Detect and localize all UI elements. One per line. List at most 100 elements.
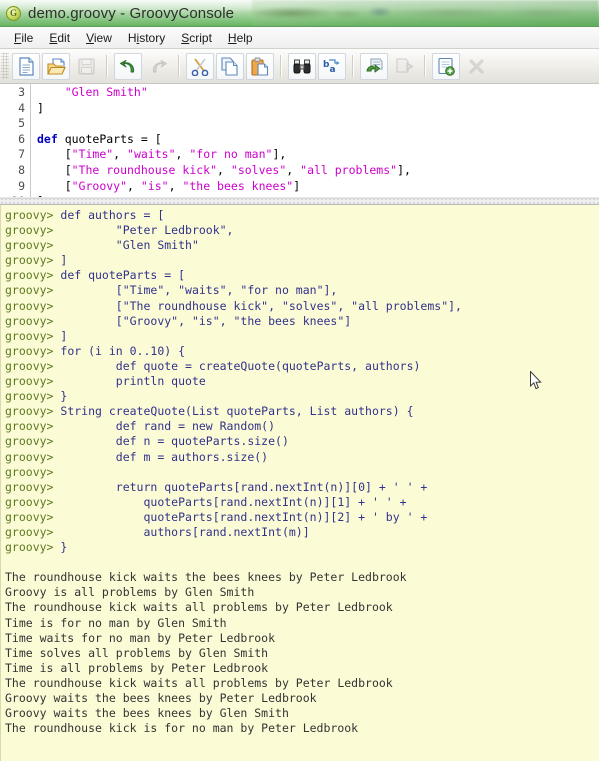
code-token: [ <box>37 147 72 162</box>
code-token: , <box>217 162 231 177</box>
console-echoed-script: groovy> def authors = [groovy> "Peter Le… <box>5 208 599 555</box>
toolbar-find-button[interactable] <box>288 52 316 80</box>
copy-pages-icon <box>221 56 239 76</box>
menu-label-history: story <box>139 30 166 45</box>
menu-bar: File Edit View History Script Help <box>0 27 599 49</box>
toolbar-run-selection-button[interactable] <box>390 53 418 80</box>
menu-label-script: cript <box>189 30 212 45</box>
new-file-icon <box>18 56 35 76</box>
editor-code-line: ["Groovy", "is", "the bees knees"] <box>37 179 599 195</box>
console-prompt: groovy> <box>5 374 54 389</box>
console-echo-line: groovy> for (i in 0..10) { <box>5 344 599 359</box>
scissors-cut-icon <box>191 57 209 76</box>
code-token: "all problems" <box>300 162 398 177</box>
code-token: "Time" <box>71 147 114 162</box>
pane-splitter[interactable] <box>0 198 599 205</box>
add-jar-icon <box>437 57 456 76</box>
toolbar-save-button[interactable] <box>72 53 100 80</box>
menu-item-file[interactable]: File <box>6 30 41 46</box>
toolbar-open-button[interactable] <box>42 52 70 80</box>
clear-output-icon <box>468 58 485 75</box>
code-token: [ <box>37 162 72 177</box>
code-token: , <box>127 178 141 193</box>
console-echo-line: groovy> quoteParts[rand.nextInt(n)][1] +… <box>5 495 599 510</box>
menu-item-edit[interactable]: Edit <box>41 30 78 46</box>
toolbar-clear-output-button[interactable] <box>462 53 490 80</box>
menu-label-view: iew <box>93 30 112 45</box>
menu-item-help[interactable]: Help <box>220 30 261 46</box>
toolbar-paste-button[interactable] <box>246 52 274 80</box>
toolbar-copy-button[interactable] <box>216 52 244 80</box>
console-echo-source: def rand = new Random() <box>53 419 276 434</box>
console-prompt: groovy> <box>5 358 54 373</box>
menu-item-script[interactable]: Script <box>173 30 220 46</box>
toolbar-run-script-button[interactable] <box>360 52 388 80</box>
console-echo-source: def m = authors.size() <box>53 449 269 464</box>
open-folder-icon <box>46 57 66 76</box>
console-echo-source: String createQuote(List quoteParts, List… <box>53 404 414 419</box>
console-echo-line: groovy> } <box>5 540 599 555</box>
console-echo-line: groovy> quoteParts[rand.nextInt(n)][2] +… <box>5 510 599 525</box>
console-prompt: groovy> <box>5 298 54 313</box>
toolbar-cut-button[interactable] <box>186 52 214 80</box>
console-echo-source: } <box>53 389 68 404</box>
code-token: ] <box>37 100 44 115</box>
console-echo-line: groovy> def quoteParts = [ <box>5 268 599 283</box>
console-prompt: groovy> <box>5 540 54 555</box>
console-prompt: groovy> <box>5 434 54 449</box>
code-token: "waits" <box>127 147 176 162</box>
menu-item-view[interactable]: View <box>78 30 120 46</box>
editor-code-area[interactable]: "Glen Smith"] def quoteParts = [ ["Time"… <box>31 84 599 197</box>
console-echo-source: def n = quoteParts.size() <box>53 434 289 449</box>
editor-code-line: ["Time", "waits", "for no man"], <box>37 147 599 163</box>
console-echo-source: def quote = createQuote(quoteParts, auth… <box>53 358 421 373</box>
console-output-line: Time solves all problems by Glen Smith <box>5 645 269 660</box>
console-echo-source: "Glen Smith" <box>53 238 199 253</box>
paste-clipboard-icon <box>251 57 269 76</box>
menu-item-history[interactable]: History <box>120 30 173 46</box>
toolbar-find-replace-button[interactable]: b a <box>318 52 346 80</box>
code-token: "the bees knees" <box>182 178 294 193</box>
console-echo-source: ] <box>53 253 68 268</box>
console-prompt: groovy> <box>5 268 54 283</box>
script-editor-pane[interactable]: 3 4 5 6 7 8 9 10 "Glen Smith"] def quote… <box>0 84 599 198</box>
console-echo-line: groovy> <box>5 465 599 480</box>
console-output-line: Groovy waits the bees knees by Peter Led… <box>5 691 317 705</box>
code-token: "Glen Smith" <box>37 85 148 99</box>
editor-line-number-gutter: 3 4 5 6 7 8 9 10 <box>0 84 31 197</box>
console-output-line: Groovy waits the bees knees by Glen Smit… <box>5 706 289 721</box>
toolbar-separator-1 <box>106 55 108 77</box>
toolbar-add-jar-button[interactable] <box>432 52 460 80</box>
line-number: 7 <box>18 147 25 162</box>
toolbar-undo-button[interactable] <box>114 52 142 80</box>
line-number: 8 <box>18 162 25 177</box>
console-prompt: groovy> <box>5 283 54 298</box>
code-token: , <box>113 147 128 162</box>
code-token: "for no man" <box>189 147 273 162</box>
line-number: 5 <box>18 116 25 131</box>
console-prompt: groovy> <box>5 208 54 222</box>
toolbar-separator-5 <box>424 55 426 77</box>
console-echo-source: def authors = [ <box>53 208 165 222</box>
line-number: 4 <box>18 100 25 115</box>
editor-code-line <box>37 116 599 132</box>
toolbar-drag-grip[interactable] <box>1 53 9 79</box>
console-echo-line: groovy> "Peter Ledbrook", <box>5 223 599 238</box>
console-echo-line: groovy> ] <box>5 329 599 344</box>
window-title: demo.groovy - GroovyConsole <box>28 4 235 22</box>
console-output-pane[interactable]: groovy> def authors = [groovy> "Peter Le… <box>0 205 599 761</box>
console-echo-source: quoteParts[rand.nextInt(n)][1] + ' ' + <box>53 494 407 509</box>
console-prompt: groovy> <box>5 509 54 524</box>
code-token: ] <box>293 178 301 193</box>
toolbar-new-button[interactable] <box>12 52 40 80</box>
code-token: "is" <box>140 178 169 193</box>
groovy-console-window: G demo.groovy - GroovyConsole File Edit … <box>0 0 599 766</box>
console-echo-line: groovy> ["The roundhouse kick", "solves"… <box>5 299 599 314</box>
editor-code-line: "Glen Smith" <box>37 85 599 101</box>
console-echo-source: } <box>53 540 68 555</box>
code-token: , <box>175 147 190 162</box>
run-script-icon <box>365 57 384 75</box>
console-prompt: groovy> <box>5 494 54 509</box>
toolbar-redo-button[interactable] <box>144 53 172 80</box>
console-output-line: The roundhouse kick waits all problems b… <box>5 675 393 690</box>
